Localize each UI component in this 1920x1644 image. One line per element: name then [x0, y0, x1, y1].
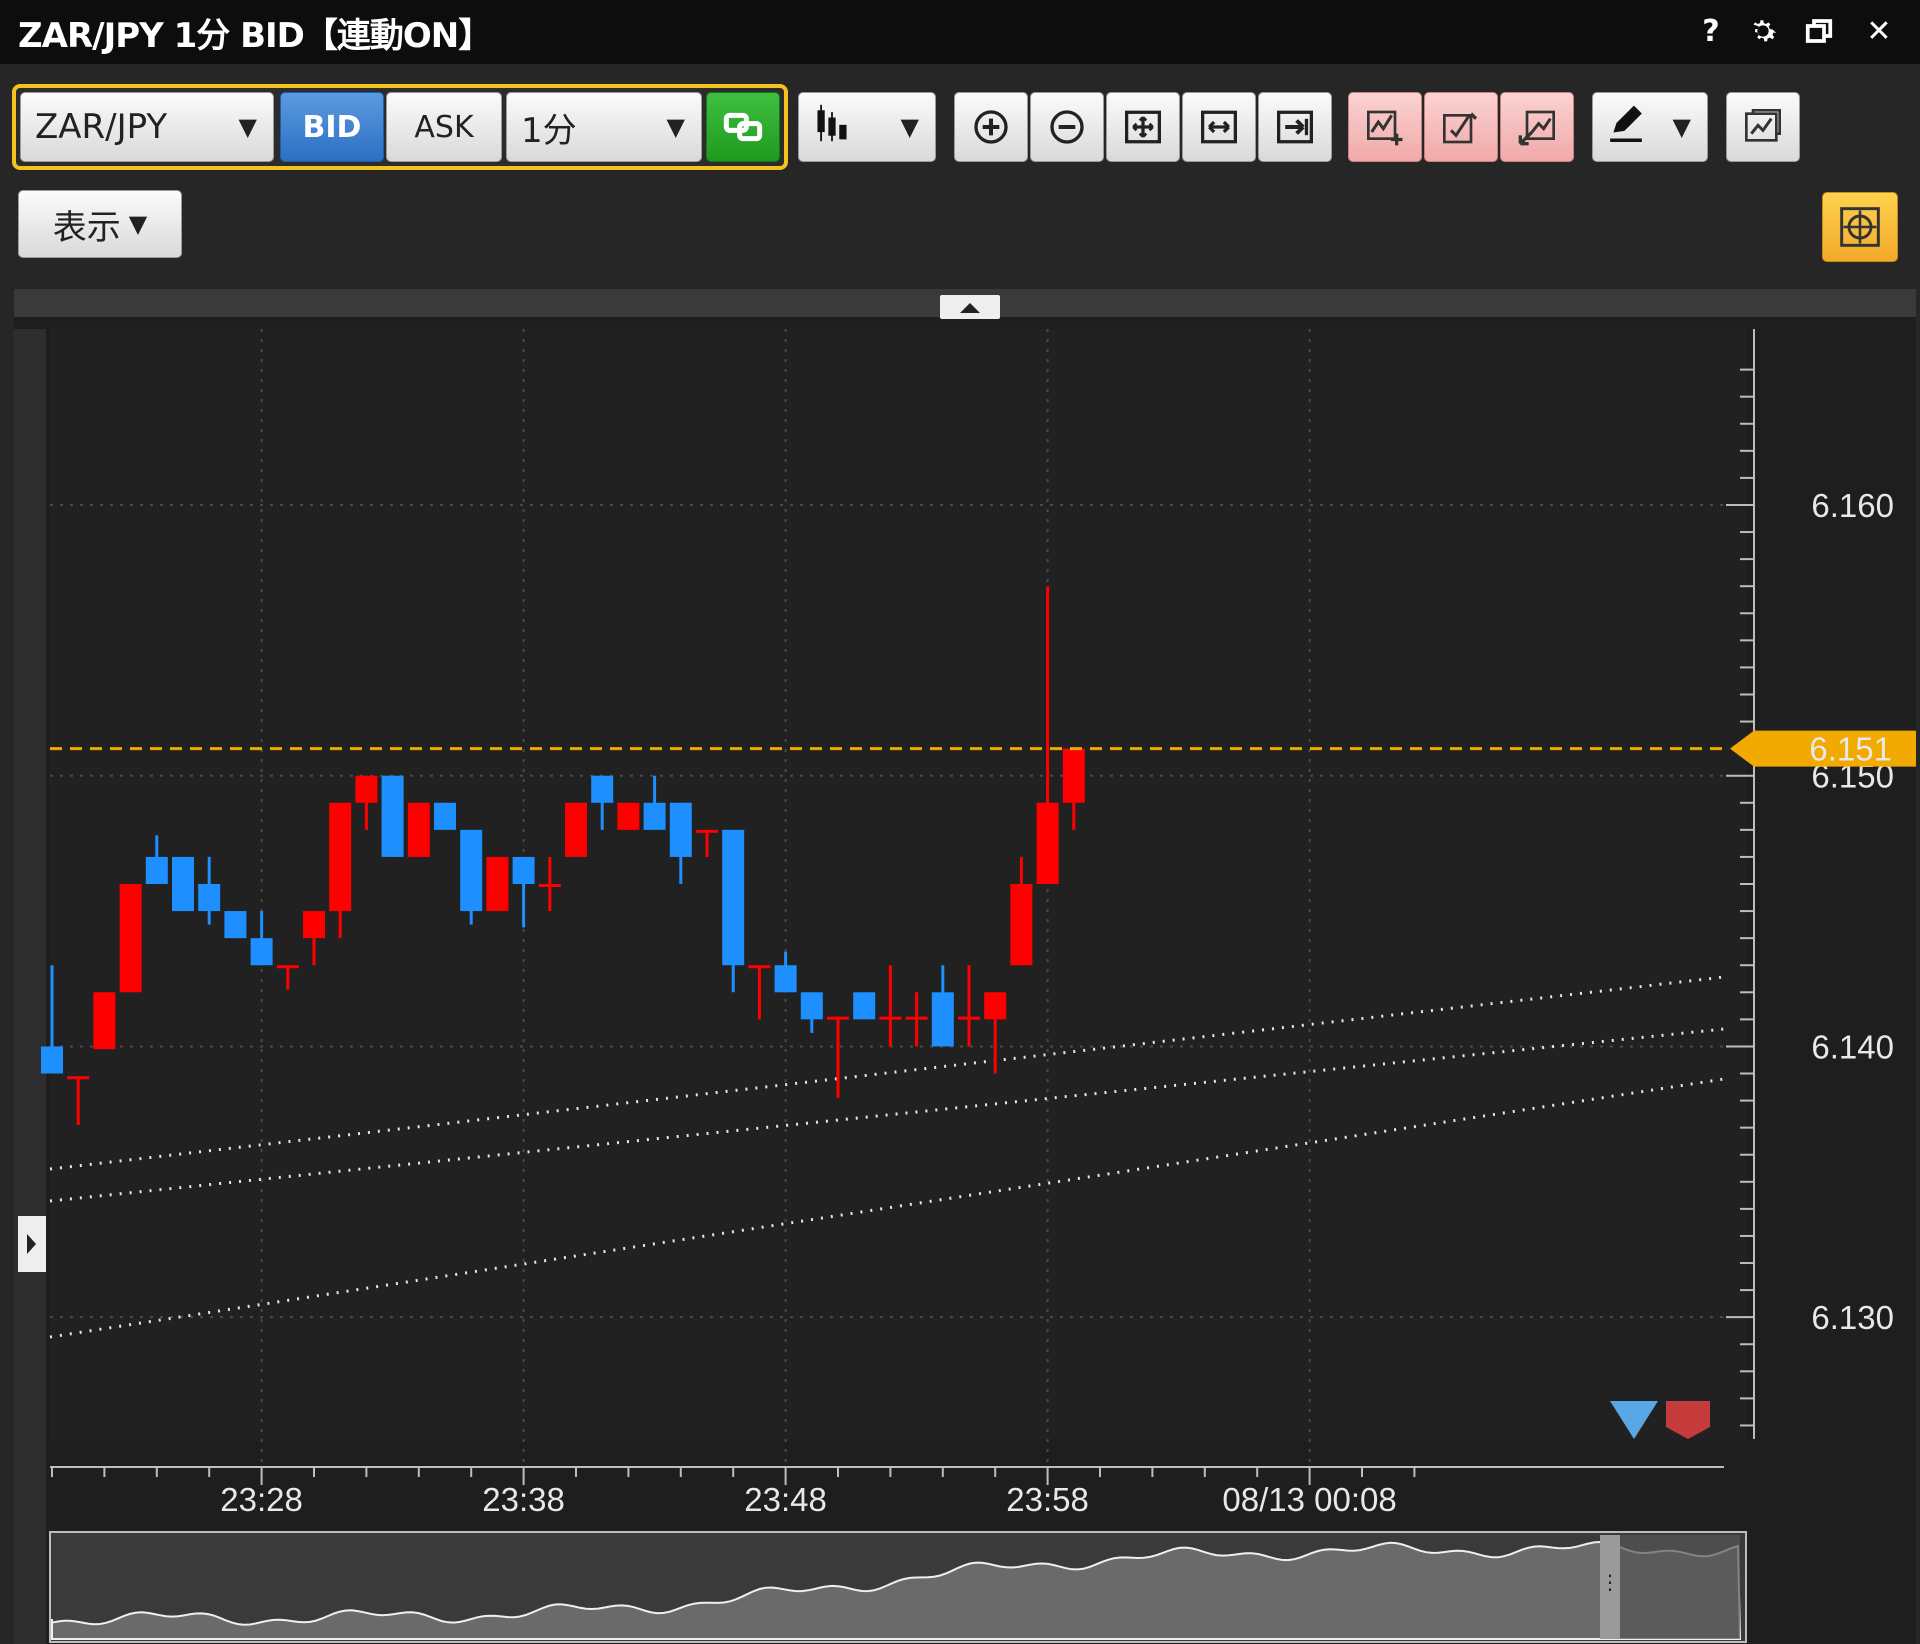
- restore-window-icon[interactable]: [1798, 10, 1840, 52]
- candle-body: [722, 829, 745, 966]
- candle-body: [538, 884, 561, 887]
- candle-body: [774, 965, 797, 993]
- candle-body: [905, 1016, 928, 1020]
- candle-body: [460, 829, 483, 912]
- draw-tool-select[interactable]: ▼: [1592, 92, 1708, 162]
- chevron-down-icon: ▼: [1672, 113, 1691, 141]
- plot-background: [50, 329, 1746, 1439]
- candle-body: [853, 992, 876, 1020]
- candle-body: [250, 938, 273, 966]
- x-tick-label: 23:28: [220, 1481, 303, 1518]
- candle-body: [748, 965, 771, 969]
- candle-body: [958, 1016, 980, 1020]
- chevron-down-icon: ▼: [666, 113, 685, 141]
- close-button[interactable]: ✕: [1858, 10, 1900, 52]
- candle-body: [617, 802, 640, 830]
- current-price-label: 6.151: [1809, 731, 1892, 768]
- x-tick-label: 23:38: [482, 1481, 565, 1518]
- symbol-select[interactable]: ZAR/JPY ▼: [20, 92, 274, 162]
- window-title: ZAR/JPY 1分 BID【連動ON】: [18, 16, 492, 56]
- candle-body: [1036, 802, 1059, 884]
- x-axis: 23:28 23:38 23:48 23:58 08/13 00:08: [51, 1467, 1416, 1518]
- candle-body: [643, 802, 666, 830]
- candle-body: [879, 1016, 902, 1020]
- candle-body: [827, 1016, 849, 1020]
- chevron-down-icon: ▼: [128, 210, 148, 238]
- y-tick-label: 6.130: [1811, 1299, 1894, 1336]
- title-bar: ZAR/JPY 1分 BID【連動ON】 ? ✕: [0, 0, 1920, 64]
- candle-body: [355, 775, 378, 803]
- candle-body: [381, 775, 404, 857]
- candle-body: [696, 829, 718, 833]
- candle-body: [67, 1076, 90, 1080]
- crosshair-icon[interactable]: [1822, 192, 1898, 262]
- link-windows-icon[interactable]: [706, 92, 780, 162]
- candle-body: [198, 884, 221, 912]
- chart-area[interactable]: 6.160 6.150 6.140 6.130 23:28 23:38 23:48 23:5…: [14, 289, 1916, 1644]
- ask-button[interactable]: ASK: [386, 92, 502, 162]
- chevron-down-icon: ▼: [238, 113, 257, 141]
- indicator-move-icon[interactable]: [1500, 92, 1574, 162]
- jump-to-latest-icon[interactable]: [1258, 92, 1332, 162]
- interval-select[interactable]: 1分 ▼: [506, 92, 702, 162]
- candle-body: [591, 775, 614, 803]
- candle-body: [119, 884, 142, 993]
- candle-body: [434, 802, 456, 830]
- candle-body: [407, 802, 430, 857]
- indicator-edit-icon[interactable]: [1424, 92, 1498, 162]
- candle-body: [1062, 748, 1085, 803]
- symbol-value: ZAR/JPY: [35, 107, 168, 147]
- pen-draw-icon: [1607, 104, 1645, 151]
- chevron-down-icon: ▼: [900, 113, 919, 141]
- fit-chart-icon[interactable]: [1106, 92, 1180, 162]
- x-tick-label: 23:58: [1006, 1481, 1089, 1518]
- candle-body: [41, 1046, 63, 1074]
- help-button[interactable]: ?: [1690, 10, 1732, 52]
- candle-body: [172, 856, 194, 912]
- left-rail: [14, 329, 46, 1644]
- y-tick-label: 6.140: [1811, 1028, 1894, 1065]
- zoom-in-icon[interactable]: [954, 92, 1028, 162]
- y-tick-label: 6.160: [1811, 487, 1894, 524]
- interval-value: 1分: [521, 110, 577, 151]
- display-menu-button[interactable]: 表示 ▼: [18, 190, 182, 258]
- candle-body: [93, 992, 116, 1050]
- x-tick-label: 23:48: [744, 1481, 827, 1518]
- expand-width-icon[interactable]: [1182, 92, 1256, 162]
- zoom-out-icon[interactable]: [1030, 92, 1104, 162]
- candle-body: [669, 802, 692, 857]
- display-label: 表示: [52, 207, 121, 248]
- candle-body: [931, 992, 954, 1047]
- grip-icon: ⋮: [1600, 1570, 1620, 1594]
- settings-gear-icon[interactable]: [1742, 10, 1784, 52]
- y-axis: 6.1606.1506.1406.130: [1726, 368, 1894, 1427]
- candle-body: [276, 965, 299, 969]
- candle-body: [512, 856, 535, 884]
- x-tick-label: 08/13 00:08: [1222, 1481, 1396, 1518]
- candle-body: [565, 802, 587, 857]
- candle-body: [224, 911, 247, 939]
- candle-body: [329, 802, 352, 912]
- navigator-window[interactable]: [1612, 1535, 1740, 1639]
- bid-button[interactable]: BID: [280, 92, 384, 162]
- candle-body: [984, 992, 1007, 1020]
- candle-body: [800, 992, 823, 1020]
- candle-body: [303, 911, 325, 939]
- candle-body: [145, 856, 168, 884]
- indicator-add-icon[interactable]: [1348, 92, 1422, 162]
- candle-body: [1010, 884, 1033, 966]
- chart-type-select[interactable]: ▼: [798, 92, 936, 162]
- candlestick-icon: [813, 103, 851, 152]
- price-chart[interactable]: 6.1606.1506.1406.130 23:28 23:38 23:48 23:5…: [14, 289, 1916, 1644]
- compare-chart-icon[interactable]: [1726, 92, 1800, 162]
- candle-body: [486, 856, 509, 912]
